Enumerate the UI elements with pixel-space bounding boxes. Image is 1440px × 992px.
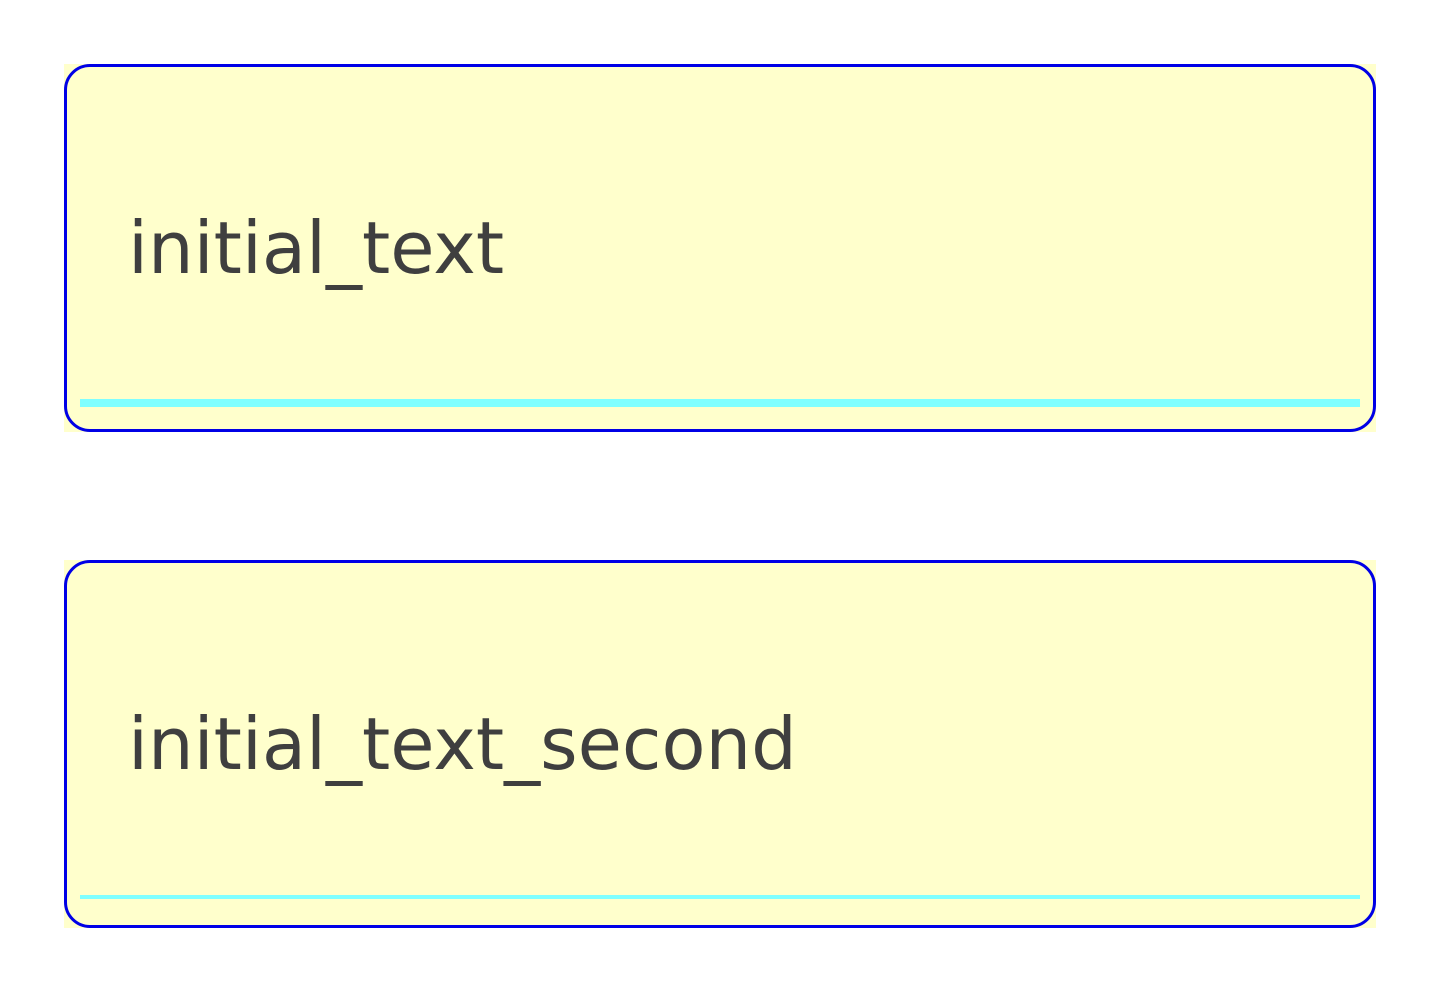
field-underline [80,895,1360,899]
page: initial_text initial_text_second [0,0,1440,992]
field-underline-focused [80,399,1360,407]
text-field-second-value: initial_text_second [128,702,797,786]
text-field-first-value: initial_text [128,206,505,290]
text-field-second[interactable]: initial_text_second [64,560,1376,928]
text-field-first[interactable]: initial_text [64,64,1376,432]
